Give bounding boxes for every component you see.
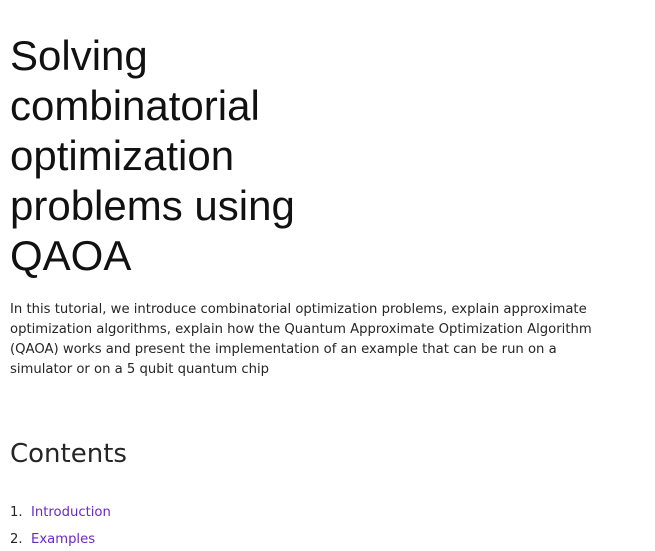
page-title: Solving combinatorial optimization probl…: [10, 32, 295, 279]
toc-link-introduction[interactable]: Introduction: [31, 499, 111, 526]
intro-paragraph: In this tutorial, we introduce combinato…: [10, 302, 592, 377]
toc-item-examples: 2. Examples: [10, 526, 111, 551]
toc-item-introduction: 1. Introduction: [10, 499, 111, 526]
toc-item-number: 2.: [10, 532, 23, 547]
table-of-contents: 1. Introduction 2. Examples: [10, 499, 111, 551]
toc-item-number: 1.: [10, 505, 23, 520]
contents-heading: Contents: [10, 439, 127, 469]
toc-link-examples[interactable]: Examples: [31, 526, 95, 551]
